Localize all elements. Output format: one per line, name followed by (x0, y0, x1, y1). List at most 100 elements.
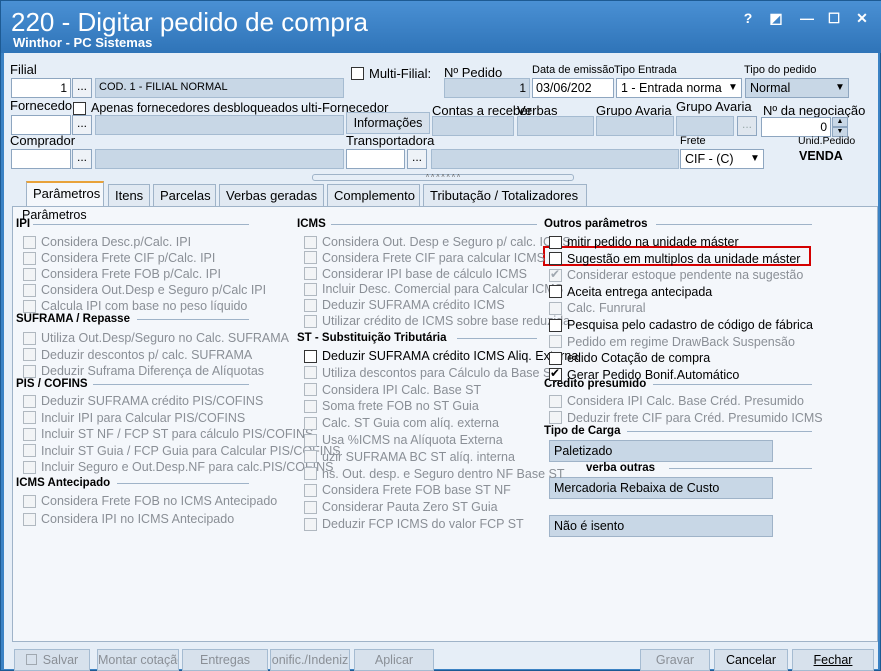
pis-option-incluir-ipi-para-calcular-pis-cofins[interactable]: Incluir IPI para Calcular PIS/COFINS (23, 410, 245, 426)
transportadora-code-input[interactable] (346, 149, 405, 169)
checkbox-icon (23, 512, 36, 526)
tab-itens[interactable]: Itens (108, 184, 150, 206)
pis-option-incluir-st-nf-fcp-st-para-calculo-pis-co[interactable]: Incluir ST NF / FCP ST para cálculo PIS/… (23, 426, 313, 442)
ipi-option-calcula-ipi-com-base-no-peso-liquido[interactable]: Calcula IPI com base no peso líquido (23, 298, 247, 314)
pis-option-incluir-seguro-e-out-desp-nf-para-calc-p[interactable]: Incluir Seguro e Out.Desp.NF para calc.P… (23, 459, 333, 475)
st-option-uzir-suframa-bc-st-aliq-interna[interactable]: uzir SUFRAMA BC ST alíq. interna (304, 449, 515, 465)
outros-option-pedido-em-regime-drawback-suspensao[interactable]: Pedido em regime DrawBack Suspensão (549, 334, 795, 350)
outros-option-calc-funrural[interactable]: Calc. Funrural (549, 300, 646, 316)
st-option-considerar-pauta-zero-st-guia[interactable]: Considerar Pauta Zero ST Guia (304, 499, 498, 515)
informacoes-button[interactable]: Informações (346, 112, 430, 134)
st-option-ns-out-desp-e-seguro-dentro-nf-base-st[interactable]: ns. Out. desp. e Seguro dentro NF Base S… (304, 466, 565, 482)
st-option-usa-icms-na-aliquota-externa[interactable]: Usa %ICMS na Alíquota Externa (304, 432, 503, 448)
st-option-considera-ipi-calc-base-st[interactable]: Considera IPI Calc. Base ST (304, 382, 481, 398)
ipi-option-considera-frete-cif-p-calc-ipi[interactable]: Considera Frete CIF p/Calc. IPI (23, 250, 215, 266)
checkbox-icon (304, 416, 317, 430)
icms-option-deduzir-suframa-credito-icms[interactable]: Deduzir SUFRAMA crédito ICMS (304, 297, 505, 313)
help-button[interactable]: ? (739, 9, 757, 27)
ipi-option-considera-frete-fob-p-calc-ipi[interactable]: Considera Frete FOB p/Calc. IPI (23, 266, 221, 282)
suframa-option-deduzir-suframa-diferenca-de-aliquotas[interactable]: Deduzir Suframa Diferença de Alíquotas (23, 363, 264, 379)
tipo-pedido-select[interactable]: Normal ▼ (745, 78, 849, 98)
tipo-carga-field[interactable]: Paletizado (549, 440, 773, 462)
data-emissao-input[interactable]: 03/06/202 (532, 78, 614, 98)
dock-button[interactable]: ◩ (767, 9, 785, 27)
ipi-option-considera-out-desp-e-seguro-p-calc-ipi[interactable]: Considera Out.Desp e Seguro p/Calc IPI (23, 282, 266, 298)
checkbox-icon (23, 251, 36, 265)
ipi-option-considera-desc-p-calc-ipi[interactable]: Considera Desc.p/Calc. IPI (23, 234, 191, 250)
outros-option-gerar-pedido-bonif-automatico[interactable]: Gerar Pedido Bonif.Automático (549, 366, 739, 383)
spin-up-icon[interactable]: ▲ (832, 117, 848, 127)
checkbox-icon (304, 235, 317, 249)
outros-option-aceita-entrega-antecipada[interactable]: Aceita entrega antecipada (549, 284, 712, 300)
aplicar-button[interactable]: Aplicar (354, 649, 434, 671)
checkbox-icon (304, 314, 317, 328)
minimize-button[interactable]: — (798, 9, 816, 27)
st-option-calc-st-guia-com-aliq-externa[interactable]: Calc. ST Guia com alíq. externa (304, 415, 499, 431)
st-option-utiliza-descontos-para-calculo-da-base-s[interactable]: Utiliza descontos para Cálculo da Base S… (304, 365, 559, 381)
comprador-search-button[interactable]: ... (72, 149, 92, 169)
outros-option-pesquisa-pelo-cadastro-de-codigo-de-fabr[interactable]: Pesquisa pelo cadastro de código de fábr… (549, 317, 813, 333)
checkbox-icon (304, 483, 317, 497)
comprador-code-input[interactable] (11, 149, 71, 169)
isencao-field[interactable]: Não é isento (549, 515, 773, 537)
icms-option-considera-frete-cif-para-calcular-icms[interactable]: Considera Frete CIF para calcular ICMS (304, 250, 545, 266)
cancelar-button[interactable]: Cancelar (714, 649, 788, 671)
transportadora-search-button[interactable]: ... (407, 149, 427, 169)
icms-option-utilizar-credito-de-icms-sobre-base-redu[interactable]: Utilizar crédito de ICMS sobre base redu… (304, 313, 570, 329)
outros-option-mitir-pedido-na-unidade-master[interactable]: mitir pedido na unidade máster (549, 234, 739, 250)
gravar-button[interactable]: Gravar (640, 649, 710, 671)
outros-option-considerar-estoque-pendente-na-sugestao[interactable]: Considerar estoque pendente na sugestão (549, 267, 803, 283)
fechar-button[interactable]: Fechar (792, 649, 874, 671)
tab-verbas-geradas[interactable]: Verbas geradas (219, 184, 324, 206)
contas-receber-field (432, 116, 514, 136)
grupo-avaria-field-2 (676, 116, 734, 136)
icms-option-incluir-desc-comercial-para-calcular-icm[interactable]: Incluir Desc. Comercial para Calcular IC… (304, 281, 563, 297)
st-option-deduzir-suframa-credito-icms-aliq-extern[interactable]: Deduzir SUFRAMA crédito ICMS Aliq. Exter… (304, 348, 578, 364)
icms-antecipado-option-considera-frete-fob-no-icms-antecipado[interactable]: Considera Frete FOB no ICMS Antecipado (23, 493, 277, 509)
checkbox-icon (304, 298, 317, 312)
suframa-option-deduzir-descontos-p-calc-suframa[interactable]: Deduzir descontos p/ calc. SUFRAMA (23, 347, 252, 363)
num-negociacao-input[interactable]: 0 (761, 117, 831, 137)
st-option-considera-frete-fob-base-st-nf[interactable]: Considera Frete FOB base ST NF (304, 482, 511, 498)
checkbox-icon (304, 467, 317, 481)
checkbox-icon (23, 331, 36, 345)
verba-outras-field[interactable]: Mercadoria Rebaixa de Custo (549, 477, 773, 499)
outros-group-divider (656, 224, 812, 225)
tipo-carga-group-divider (627, 431, 812, 432)
outros-option-sugestao-em-multiplos-da-unidade-master[interactable]: Sugestão em multiplos da unidade máster (549, 251, 800, 267)
suframa-option-utiliza-out-desp-seguro-no-calc-suframa[interactable]: Utiliza Out.Desp/Seguro no Calc. SUFRAMA (23, 330, 289, 346)
checkbox-checked-icon (549, 366, 562, 382)
icms-option-considerar-ipi-base-de-calculo-icms[interactable]: Considerar IPI base de cálculo ICMS (304, 266, 527, 282)
icms-option-considera-out-desp-e-seguro-p-calc-icms[interactable]: Considera Out. Desp e Seguro p/ calc. IC… (304, 234, 571, 250)
checkbox-icon (23, 283, 36, 297)
entregas-button[interactable]: Entregas (182, 649, 268, 671)
pis-option-incluir-st-guia-fcp-guia-para-calcular-p[interactable]: Incluir ST Guia / FCP Guia para Calcular… (23, 443, 341, 459)
tipo-entrada-select[interactable]: 1 - Entrada norma ▼ (616, 78, 742, 98)
pis-option-deduzir-suframa-credito-pis-cofins[interactable]: Deduzir SUFRAMA crédito PIS/COFINS (23, 393, 263, 409)
tab-complemento[interactable]: Complemento (327, 184, 420, 206)
grupo-avaria-search-button[interactable]: ... (737, 116, 757, 136)
montar-cotacao-button[interactable]: Montar cotação (97, 649, 179, 671)
credito-presumido-option-deduzir-frete-cif-para-cred-presumido-ic[interactable]: Deduzir frete CIF para Créd. Presumido I… (549, 410, 823, 426)
fornecedor-code-input[interactable] (11, 115, 71, 135)
st-option-soma-frete-fob-no-st-guia[interactable]: Soma frete FOB no ST Guia (304, 398, 479, 414)
splitter-handle[interactable]: ˄ ˄ ˄ ˄ ˄ ˄ ˄ (312, 174, 574, 181)
tab-parametros[interactable]: Parâmetros (26, 181, 104, 206)
filial-search-button[interactable]: ... (72, 78, 92, 98)
outros-option-edido-cotacao-de-compra[interactable]: edido Cotação de compra (549, 350, 710, 366)
icms-antecipado-option-considera-ipi-no-icms-antecipado[interactable]: Considera IPI no ICMS Antecipado (23, 511, 234, 527)
filial-code-input[interactable]: 1 (11, 78, 71, 98)
tab-parcelas[interactable]: Parcelas (153, 184, 216, 206)
window-subtitle: Winthor - PC Sistemas (13, 35, 153, 50)
apenas-fornecedores-checkbox[interactable]: Apenas fornecedores desbloqueados (73, 100, 298, 116)
close-button[interactable]: ✕ (853, 9, 871, 27)
frete-select[interactable]: CIF - (C) ▼ (680, 149, 764, 169)
salvar-button[interactable]: Salvar (14, 649, 90, 671)
st-option-deduzir-fcp-icms-do-valor-fcp-st[interactable]: Deduzir FCP ICMS do valor FCP ST (304, 516, 524, 532)
multi-filial-checkbox[interactable]: Multi-Filial: (351, 65, 431, 81)
tab-tributacao[interactable]: Tributação / Totalizadores (423, 184, 587, 206)
maximize-button[interactable]: ☐ (825, 9, 843, 27)
bonific-indeniz-button[interactable]: onific./Indeniz (270, 649, 350, 671)
credito-presumido-option-considera-ipi-calc-base-cred-presumido[interactable]: Considera IPI Calc. Base Créd. Presumido (549, 393, 804, 409)
fornecedor-search-button[interactable]: ... (72, 115, 92, 135)
